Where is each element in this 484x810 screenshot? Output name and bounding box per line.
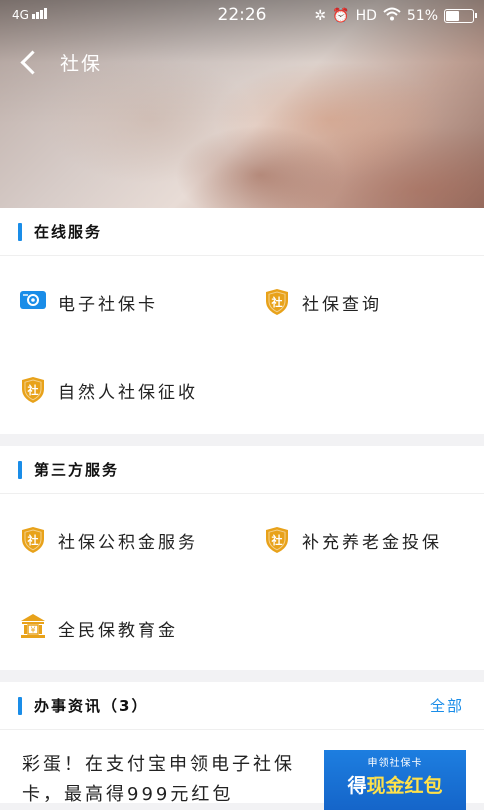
news-thumbnail: 申领社保卡 得现金红包 <box>324 750 466 810</box>
section-accent-bar <box>18 696 22 715</box>
service-education-fund[interactable]: ¥ 全民保教育金 <box>20 608 178 648</box>
shield-icon: 社 <box>20 376 46 404</box>
third-party-section: 第三方服务 社 社保公积金服务 社 补充养老金投保 ¥ 全民保教育金 <box>0 446 484 670</box>
alarm-icon: ⏰ <box>332 8 350 24</box>
service-label: 补充养老金投保 <box>302 532 442 553</box>
section-title: 办事资讯（3） <box>34 697 149 715</box>
bank-icon: ¥ <box>20 613 46 643</box>
wifi-icon <box>383 7 401 25</box>
section-accent-bar <box>18 460 22 479</box>
shield-icon: 社 <box>264 288 290 316</box>
battery-percent: 51% <box>406 8 438 24</box>
page-title: 社保 <box>60 52 103 75</box>
news-headline: 彩蛋！在支付宝申领电子社保卡，最高得999元红包 <box>22 754 295 805</box>
banner-line1: 申领社保卡 <box>367 758 423 769</box>
service-label: 自然人社保征收 <box>58 382 198 403</box>
service-label: 电子社保卡 <box>58 294 158 315</box>
shield-icon: 社 <box>20 526 46 554</box>
service-label: 全民保教育金 <box>58 620 178 641</box>
service-pension[interactable]: 社 补充养老金投保 <box>264 520 442 560</box>
section-title: 在线服务 <box>34 223 103 241</box>
svg-text:¥: ¥ <box>30 626 35 635</box>
section-title: 第三方服务 <box>34 461 120 479</box>
status-icons: ✲ ⏰ HD 51% <box>314 7 477 25</box>
hd-label: HD <box>355 8 377 24</box>
svg-text:社: 社 <box>27 533 39 547</box>
bluetooth-icon: ✲ <box>314 8 327 24</box>
view-all-link[interactable]: 全部 <box>430 695 464 716</box>
banner-line2-prefix: 得 <box>347 775 367 797</box>
battery-icon <box>444 9 477 23</box>
nav-bar: 社保 <box>0 40 102 84</box>
banner-line2: 得现金红包 <box>324 771 466 798</box>
section-header: 办事资讯（3） 全部 <box>0 682 484 730</box>
svg-text:社: 社 <box>27 383 39 397</box>
service-e-card[interactable]: 电子社保卡 <box>20 282 158 322</box>
section-header: 在线服务 <box>0 208 484 256</box>
service-label: 社保查询 <box>302 294 382 315</box>
service-housing-fund[interactable]: 社 社保公积金服务 <box>20 520 198 560</box>
svg-text:社: 社 <box>271 533 283 547</box>
service-natural-person[interactable]: 社 自然人社保征收 <box>20 370 198 410</box>
back-arrow-icon[interactable] <box>18 50 42 74</box>
banner-line2-highlight: 现金红包 <box>366 775 443 797</box>
svg-text:社: 社 <box>271 295 283 309</box>
status-bar: 4G 22:26 ✲ ⏰ HD 51% <box>0 0 484 32</box>
shield-icon: 社 <box>264 526 290 554</box>
online-services-section: 在线服务 电子社保卡 社 社保查询 社 自然人社保征收 <box>0 208 484 434</box>
news-section: 办事资讯（3） 全部 彩蛋！在支付宝申领电子社保卡，最高得999元红包 申领社保… <box>0 682 484 810</box>
service-label: 社保公积金服务 <box>58 532 198 553</box>
service-query[interactable]: 社 社保查询 <box>264 282 382 322</box>
card-icon <box>20 289 46 315</box>
section-header: 第三方服务 <box>0 446 484 494</box>
section-accent-bar <box>18 222 22 241</box>
news-item[interactable]: 彩蛋！在支付宝申领电子社保卡，最高得999元红包 申领社保卡 得现金红包 <box>0 730 484 810</box>
